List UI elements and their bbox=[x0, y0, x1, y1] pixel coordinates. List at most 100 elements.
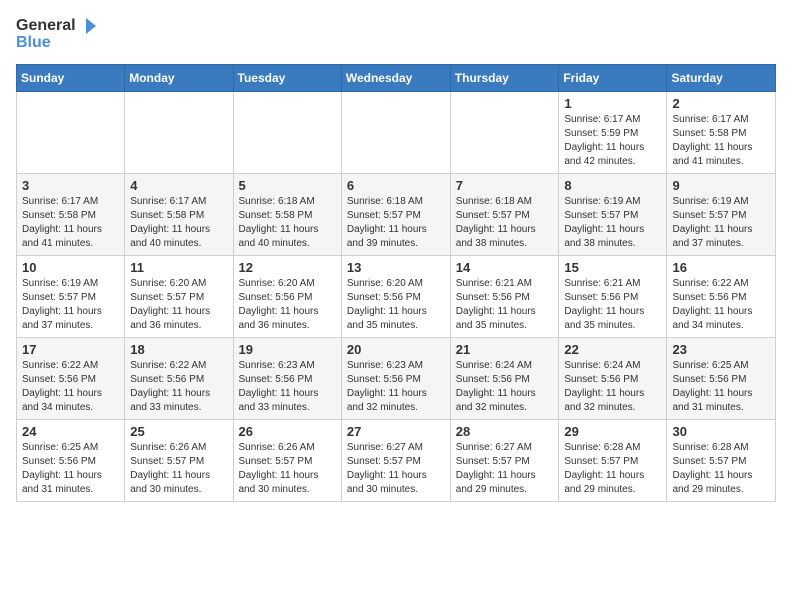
day-info: Sunrise: 6:20 AMSunset: 5:56 PMDaylight:… bbox=[239, 277, 336, 333]
day-number: 1 bbox=[564, 96, 661, 111]
day-number: 28 bbox=[456, 424, 554, 439]
logo-arrow-icon bbox=[78, 16, 98, 36]
day-number: 20 bbox=[347, 342, 445, 357]
day-cell-5: 5Sunrise: 6:18 AMSunset: 5:58 PMDaylight… bbox=[233, 173, 341, 255]
day-number: 24 bbox=[22, 424, 119, 439]
empty-cell bbox=[17, 91, 125, 173]
day-number: 8 bbox=[564, 178, 661, 193]
day-number: 23 bbox=[672, 342, 770, 357]
logo-blue-text: Blue bbox=[16, 34, 98, 52]
page-header: General Blue bbox=[16, 16, 776, 52]
day-cell-2: 2Sunrise: 6:17 AMSunset: 5:58 PMDaylight… bbox=[667, 91, 776, 173]
week-row-2: 3 Sunrise: 6:17 AMSunset: 5:58 PMDaylight… bbox=[17, 173, 776, 255]
empty-cell bbox=[341, 91, 450, 173]
day-number: 27 bbox=[347, 424, 445, 439]
day-cell-16: 16 Sunrise: 6:22 AMSunset: 5:56 PMDayligh… bbox=[667, 255, 776, 337]
day-number: 25 bbox=[130, 424, 227, 439]
day-number: 17 bbox=[22, 342, 119, 357]
day-info: Sunrise: 6:18 AMSunset: 5:57 PMDaylight:… bbox=[456, 195, 554, 251]
day-info: Sunrise: 6:22 AMSunset: 5:56 PMDaylight:… bbox=[130, 359, 227, 415]
day-number: 16 bbox=[672, 260, 770, 275]
week-row-5: 24 Sunrise: 6:25 AMSunset: 5:56 PMDayligh… bbox=[17, 419, 776, 501]
day-number: 4 bbox=[130, 178, 227, 193]
day-info: Sunrise: 6:25 AMSunset: 5:56 PMDaylight:… bbox=[22, 441, 119, 497]
day-cell-7: 7 Sunrise: 6:18 AMSunset: 5:57 PMDaylight… bbox=[450, 173, 559, 255]
empty-cell bbox=[233, 91, 341, 173]
day-number: 12 bbox=[239, 260, 336, 275]
logo-general-text: General bbox=[16, 17, 76, 35]
week-row-3: 10 Sunrise: 6:19 AMSunset: 5:57 PMDayligh… bbox=[17, 255, 776, 337]
day-info: Sunrise: 6:27 AMSunset: 5:57 PMDaylight:… bbox=[456, 441, 554, 497]
day-info: Sunrise: 6:19 AMSunset: 5:57 PMDaylight:… bbox=[564, 195, 661, 251]
day-number: 19 bbox=[239, 342, 336, 357]
day-info: Sunrise: 6:21 AMSunset: 5:56 PMDaylight:… bbox=[564, 277, 661, 333]
day-cell-4: 4 Sunrise: 6:17 AMSunset: 5:58 PMDaylight… bbox=[125, 173, 233, 255]
day-cell-30: 30 Sunrise: 6:28 AMSunset: 5:57 PMDayligh… bbox=[667, 419, 776, 501]
day-cell-3: 3 Sunrise: 6:17 AMSunset: 5:58 PMDaylight… bbox=[17, 173, 125, 255]
day-cell-29: 29Sunrise: 6:28 AMSunset: 5:57 PMDayligh… bbox=[559, 419, 667, 501]
day-info: Sunrise: 6:23 AMSunset: 5:56 PMDaylight:… bbox=[239, 359, 336, 415]
day-info: Sunrise: 6:19 AMSunset: 5:57 PMDaylight:… bbox=[672, 195, 770, 251]
day-number: 18 bbox=[130, 342, 227, 357]
day-info: Sunrise: 6:28 AMSunset: 5:57 PMDaylight:… bbox=[672, 441, 770, 497]
day-info: Sunrise: 6:21 AMSunset: 5:56 PMDaylight:… bbox=[456, 277, 554, 333]
day-cell-15: 15 Sunrise: 6:21 AMSunset: 5:56 PMDayligh… bbox=[559, 255, 667, 337]
day-info: Sunrise: 6:23 AMSunset: 5:56 PMDaylight:… bbox=[347, 359, 445, 415]
day-info: Sunrise: 6:26 AMSunset: 5:57 PMDaylight:… bbox=[130, 441, 227, 497]
day-info: Sunrise: 6:26 AMSunset: 5:57 PMDaylight:… bbox=[239, 441, 336, 497]
day-cell-9: 9 Sunrise: 6:19 AMSunset: 5:57 PMDaylight… bbox=[667, 173, 776, 255]
calendar: SundayMondayTuesdayWednesdayThursdayFrid… bbox=[16, 64, 776, 502]
day-number: 13 bbox=[347, 260, 445, 275]
weekday-tuesday: Tuesday bbox=[233, 64, 341, 91]
day-info: Sunrise: 6:18 AMSunset: 5:57 PMDaylight:… bbox=[347, 195, 445, 251]
day-number: 11 bbox=[130, 260, 227, 275]
day-number: 3 bbox=[22, 178, 119, 193]
weekday-thursday: Thursday bbox=[450, 64, 559, 91]
day-number: 26 bbox=[239, 424, 336, 439]
day-info: Sunrise: 6:20 AMSunset: 5:56 PMDaylight:… bbox=[347, 277, 445, 333]
day-cell-26: 26 Sunrise: 6:26 AMSunset: 5:57 PMDayligh… bbox=[233, 419, 341, 501]
day-number: 30 bbox=[672, 424, 770, 439]
weekday-sunday: Sunday bbox=[17, 64, 125, 91]
day-number: 10 bbox=[22, 260, 119, 275]
day-number: 7 bbox=[456, 178, 554, 193]
day-number: 2 bbox=[672, 96, 770, 111]
day-cell-1: 1 Sunrise: 6:17 AMSunset: 5:59 PMDaylight… bbox=[559, 91, 667, 173]
day-info: Sunrise: 6:19 AMSunset: 5:57 PMDaylight:… bbox=[22, 277, 119, 333]
logo: General Blue bbox=[16, 16, 98, 52]
day-info: Sunrise: 6:20 AMSunset: 5:57 PMDaylight:… bbox=[130, 277, 227, 333]
day-cell-24: 24 Sunrise: 6:25 AMSunset: 5:56 PMDayligh… bbox=[17, 419, 125, 501]
day-info: Sunrise: 6:25 AMSunset: 5:56 PMDaylight:… bbox=[672, 359, 770, 415]
day-cell-17: 17 Sunrise: 6:22 AMSunset: 5:56 PMDayligh… bbox=[17, 337, 125, 419]
day-number: 9 bbox=[672, 178, 770, 193]
day-info: Sunrise: 6:28 AMSunset: 5:57 PMDaylight:… bbox=[564, 441, 661, 497]
day-info: Sunrise: 6:17 AMSunset: 5:59 PMDaylight:… bbox=[564, 113, 661, 169]
day-info: Sunrise: 6:22 AMSunset: 5:56 PMDaylight:… bbox=[22, 359, 119, 415]
day-info: Sunrise: 6:22 AMSunset: 5:56 PMDaylight:… bbox=[672, 277, 770, 333]
day-cell-13: 13 Sunrise: 6:20 AMSunset: 5:56 PMDayligh… bbox=[341, 255, 450, 337]
day-cell-22: 22 Sunrise: 6:24 AMSunset: 5:56 PMDayligh… bbox=[559, 337, 667, 419]
day-info: Sunrise: 6:17 AMSunset: 5:58 PMDaylight:… bbox=[22, 195, 119, 251]
day-cell-10: 10 Sunrise: 6:19 AMSunset: 5:57 PMDayligh… bbox=[17, 255, 125, 337]
day-info: Sunrise: 6:18 AMSunset: 5:58 PMDaylight:… bbox=[239, 195, 336, 251]
day-cell-11: 11 Sunrise: 6:20 AMSunset: 5:57 PMDayligh… bbox=[125, 255, 233, 337]
day-number: 21 bbox=[456, 342, 554, 357]
day-cell-18: 18 Sunrise: 6:22 AMSunset: 5:56 PMDayligh… bbox=[125, 337, 233, 419]
day-cell-23: 23 Sunrise: 6:25 AMSunset: 5:56 PMDayligh… bbox=[667, 337, 776, 419]
day-cell-12: 12 Sunrise: 6:20 AMSunset: 5:56 PMDayligh… bbox=[233, 255, 341, 337]
day-cell-21: 21 Sunrise: 6:24 AMSunset: 5:56 PMDayligh… bbox=[450, 337, 559, 419]
week-row-4: 17 Sunrise: 6:22 AMSunset: 5:56 PMDayligh… bbox=[17, 337, 776, 419]
weekday-saturday: Saturday bbox=[667, 64, 776, 91]
day-cell-25: 25 Sunrise: 6:26 AMSunset: 5:57 PMDayligh… bbox=[125, 419, 233, 501]
day-info: Sunrise: 6:17 AMSunset: 5:58 PMDaylight:… bbox=[130, 195, 227, 251]
weekday-header-row: SundayMondayTuesdayWednesdayThursdayFrid… bbox=[17, 64, 776, 91]
day-cell-8: 8 Sunrise: 6:19 AMSunset: 5:57 PMDaylight… bbox=[559, 173, 667, 255]
day-info: Sunrise: 6:24 AMSunset: 5:56 PMDaylight:… bbox=[456, 359, 554, 415]
day-cell-6: 6Sunrise: 6:18 AMSunset: 5:57 PMDaylight… bbox=[341, 173, 450, 255]
day-cell-20: 20 Sunrise: 6:23 AMSunset: 5:56 PMDayligh… bbox=[341, 337, 450, 419]
day-cell-19: 19 Sunrise: 6:23 AMSunset: 5:56 PMDayligh… bbox=[233, 337, 341, 419]
day-info: Sunrise: 6:24 AMSunset: 5:56 PMDaylight:… bbox=[564, 359, 661, 415]
day-number: 14 bbox=[456, 260, 554, 275]
day-number: 15 bbox=[564, 260, 661, 275]
day-number: 22 bbox=[564, 342, 661, 357]
